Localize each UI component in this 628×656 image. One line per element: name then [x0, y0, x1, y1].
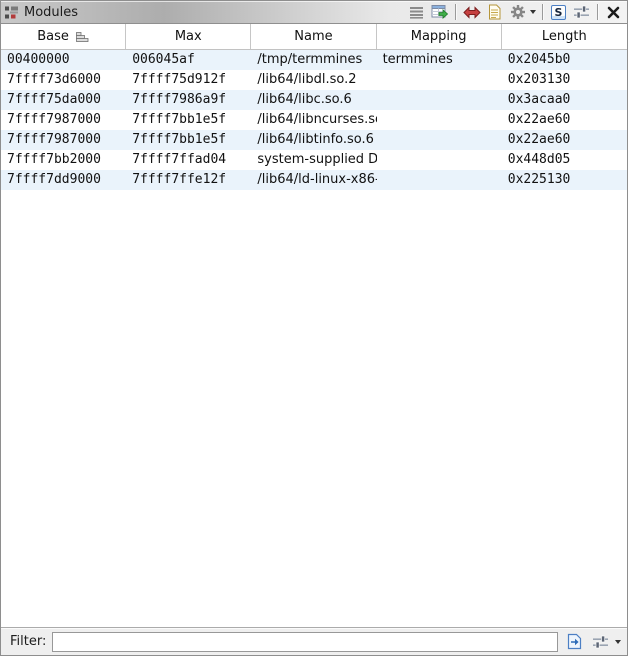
modules-table: 00400000 006045af /tmp/termmines termmin… [1, 50, 627, 190]
cell-name: /lib64/libc.so.6 [251, 90, 376, 110]
filter-options-sliders-icon[interactable] [590, 632, 610, 652]
row-list-icon[interactable] [407, 3, 426, 22]
modules-window: Modules [0, 0, 628, 656]
cell-max: 7ffff7bb1e5f [126, 110, 251, 130]
filter-options-dropdown-caret[interactable] [615, 640, 621, 644]
titlebar-toolbar: S [407, 3, 623, 22]
filter-input[interactable] [52, 632, 558, 652]
cell-mapping [377, 90, 502, 110]
cell-base: 00400000 [1, 50, 126, 70]
table-row[interactable]: 7ffff7dd9000 7ffff7ffe12f /lib64/ld-linu… [1, 170, 627, 190]
cell-mapping [377, 170, 502, 190]
export-table-icon[interactable] [430, 3, 449, 22]
cell-name: /lib64/libtinfo.so.6 [251, 130, 376, 150]
cell-mapping [377, 130, 502, 150]
filter-sliders-icon[interactable] [572, 3, 591, 22]
column-header-length[interactable]: Length [502, 24, 627, 49]
cell-base: 7ffff7987000 [1, 130, 126, 150]
table-row[interactable]: 00400000 006045af /tmp/termmines termmin… [1, 50, 627, 70]
cell-name: system-supplied DS [251, 150, 376, 170]
titlebar[interactable]: Modules [1, 1, 627, 24]
cell-base: 7ffff7bb2000 [1, 150, 126, 170]
column-header-mapping[interactable]: Mapping [377, 24, 502, 49]
window-title: Modules [24, 5, 78, 20]
cell-max: 006045af [126, 50, 251, 70]
table-row[interactable]: 7ffff7987000 7ffff7bb1e5f /lib64/libncur… [1, 110, 627, 130]
map-modules-arrows-icon[interactable] [462, 3, 481, 22]
toolbar-separator [597, 4, 598, 20]
cell-base: 7ffff7dd9000 [1, 170, 126, 190]
cell-length: 0x203130 [502, 70, 627, 90]
column-filter-icon[interactable] [564, 632, 584, 652]
cell-name: /tmp/termmines [251, 50, 376, 70]
auto-map-s-icon[interactable]: S [549, 3, 568, 22]
cell-base: 7ffff73d6000 [1, 70, 126, 90]
table-row[interactable]: 7ffff7987000 7ffff7bb1e5f /lib64/libtinf… [1, 130, 627, 150]
gear-dropdown-caret[interactable] [530, 10, 536, 14]
cell-length: 0x225130 [502, 170, 627, 190]
cell-max: 7ffff75d912f [126, 70, 251, 90]
column-header-base[interactable]: Base [1, 24, 126, 49]
table-header: Base Max Name Mapping Length [1, 24, 627, 50]
modules-provider-icon [4, 5, 19, 20]
filter-bar: Filter: [1, 627, 627, 655]
cell-name: /lib64/libdl.so.2 [251, 70, 376, 90]
cell-length: 0x22ae60 [502, 130, 627, 150]
cell-mapping [377, 110, 502, 130]
gear-icon[interactable] [508, 3, 527, 22]
cell-max: 7ffff7ffe12f [126, 170, 251, 190]
filter-label: Filter: [10, 634, 46, 649]
sort-ascending-icon [75, 31, 89, 43]
cell-name: /lib64/ld-linux-x86-6 [251, 170, 376, 190]
cell-base: 7ffff7987000 [1, 110, 126, 130]
close-icon[interactable] [604, 3, 623, 22]
table-row[interactable]: 7ffff75da000 7ffff7986a9f /lib64/libc.so… [1, 90, 627, 110]
cell-max: 7ffff7986a9f [126, 90, 251, 110]
cell-base: 7ffff75da000 [1, 90, 126, 110]
cell-mapping [377, 150, 502, 170]
cell-mapping: termmines [377, 50, 502, 70]
table-row[interactable]: 7ffff73d6000 7ffff75d912f /lib64/libdl.s… [1, 70, 627, 90]
cell-mapping [377, 70, 502, 90]
cell-length: 0x448d05 [502, 150, 627, 170]
table-row[interactable]: 7ffff7bb2000 7ffff7ffad04 system-supplie… [1, 150, 627, 170]
document-icon[interactable] [485, 3, 504, 22]
cell-length: 0x2045b0 [502, 50, 627, 70]
cell-length: 0x22ae60 [502, 110, 627, 130]
table-empty-area[interactable] [1, 190, 627, 627]
toolbar-separator [455, 4, 456, 20]
column-header-name[interactable]: Name [251, 24, 376, 49]
toolbar-separator [542, 4, 543, 20]
cell-max: 7ffff7ffad04 [126, 150, 251, 170]
cell-name: /lib64/libncurses.so [251, 110, 376, 130]
column-header-max[interactable]: Max [126, 24, 251, 49]
cell-length: 0x3acaa0 [502, 90, 627, 110]
cell-max: 7ffff7bb1e5f [126, 130, 251, 150]
